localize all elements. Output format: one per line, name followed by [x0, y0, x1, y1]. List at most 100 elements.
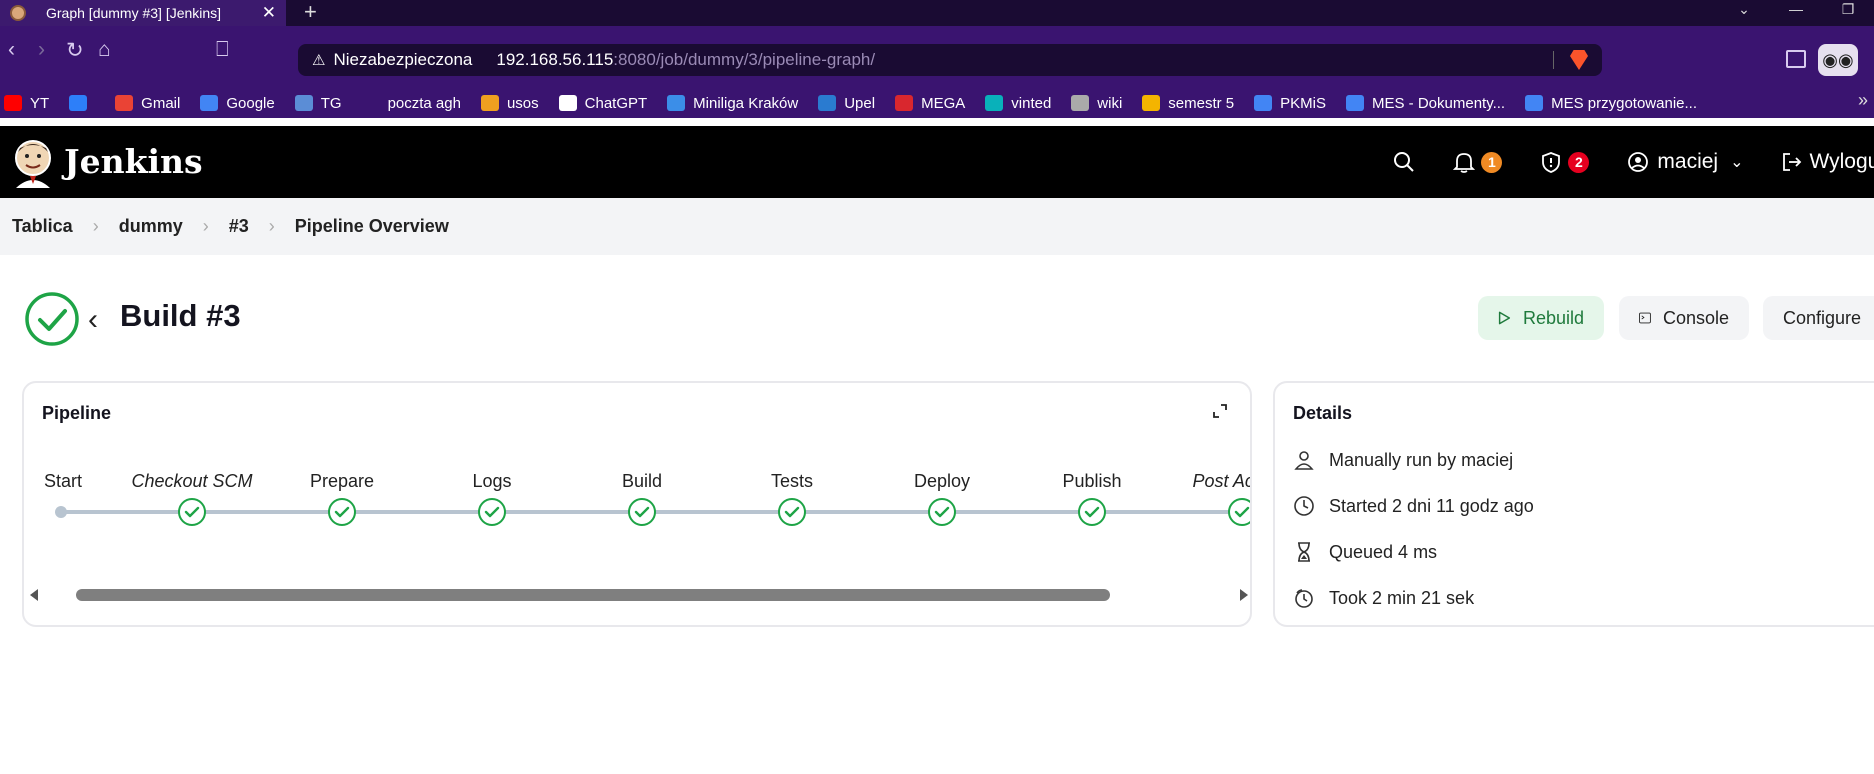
- search-icon[interactable]: [1393, 151, 1415, 173]
- bookmark-item[interactable]: usos: [480, 94, 539, 112]
- scroll-left-icon[interactable]: [30, 589, 38, 601]
- bookmark-item[interactable]: PKMiS: [1254, 95, 1326, 112]
- bookmark-label: usos: [506, 94, 539, 112]
- logout-button[interactable]: Wyloguj: [1781, 150, 1874, 174]
- browser-toolbar: ‹ › ↻ ⌂ ⎕ ⚠ Niezabezpieczona 192.168.56.…: [0, 26, 1874, 94]
- expand-icon[interactable]: [1212, 403, 1228, 419]
- detail-row-queued: Queued 4 ms: [1293, 541, 1437, 563]
- home-icon[interactable]: ⌂: [98, 38, 111, 62]
- jenkins-logo-icon[interactable]: [12, 138, 54, 188]
- close-tab-icon[interactable]: ✕: [262, 3, 276, 23]
- terminal-icon: [1639, 312, 1651, 324]
- chevron-right-icon: ›: [202, 216, 209, 236]
- reader-mode-icon[interactable]: ◉◉: [1818, 44, 1858, 76]
- check-icon: [784, 506, 800, 518]
- bookmark-item[interactable]: Miniliga Kraków: [667, 95, 798, 112]
- bookmark-label: TG: [320, 94, 342, 112]
- jenkins-header: Jenkins 1 2 maciej ⌄ Wyloguj: [0, 126, 1874, 198]
- bookmark-item[interactable]: MEGA: [895, 95, 965, 112]
- console-button[interactable]: Console: [1619, 296, 1749, 340]
- brave-shields-icon[interactable]: [1570, 50, 1588, 70]
- stage-label: Build: [622, 471, 663, 491]
- reload-icon[interactable]: ↻: [66, 38, 84, 63]
- user-menu[interactable]: maciej ⌄: [1627, 150, 1743, 174]
- minimize-icon[interactable]: —: [1770, 0, 1822, 26]
- bookmark-label: vinted: [1011, 94, 1052, 112]
- scroll-right-icon[interactable]: [1240, 589, 1248, 601]
- logout-icon: [1783, 153, 1802, 171]
- bookmark-favicon-icon: [1525, 95, 1544, 111]
- address-bar[interactable]: ⚠ Niezabezpieczona 192.168.56.115:8080/j…: [298, 44, 1602, 76]
- forward-icon[interactable]: ›: [38, 38, 45, 62]
- details-card: Details Manually run by maciej Started 2…: [1273, 381, 1874, 627]
- timer-icon: [1295, 589, 1313, 608]
- bookmark-item[interactable]: MES przygotowanie...: [1525, 95, 1697, 112]
- jenkins-title[interactable]: Jenkins: [64, 142, 203, 181]
- breadcrumb-item-dashboard[interactable]: Tablica: [12, 216, 73, 237]
- bookmark-item[interactable]: Upel: [818, 95, 875, 112]
- pipeline-card-title: Pipeline: [42, 403, 112, 423]
- url-divider: [1553, 51, 1554, 69]
- security-button[interactable]: 2: [1540, 151, 1590, 173]
- pipeline-graph: Start Checkout SCM Prepare Logs Build Tests D…: [24, 471, 1251, 551]
- detail-row-started: Started 2 dni 11 godz ago: [1293, 495, 1534, 517]
- back-chevron-icon[interactable]: ‹: [88, 303, 98, 337]
- start-node: [55, 506, 67, 518]
- rebuild-button[interactable]: Rebuild: [1478, 296, 1604, 340]
- stage-node-success[interactable]: [1228, 498, 1250, 526]
- bookmark-label: MES przygotowanie...: [1551, 94, 1697, 112]
- check-icon: [1234, 506, 1250, 518]
- bookmark-favicon-icon: [1071, 95, 1090, 111]
- user-circle-icon: [1628, 152, 1649, 172]
- more-bookmarks-icon[interactable]: »: [1858, 90, 1868, 111]
- bookmark-item[interactable]: Google: [200, 95, 275, 112]
- stage-node-success[interactable]: [1078, 498, 1106, 526]
- bookmark-favicon-icon: [294, 95, 313, 111]
- bookmark-item[interactable]: vinted: [985, 95, 1051, 112]
- stage-label: Post Actions: [1192, 471, 1251, 491]
- stage-node-success[interactable]: [628, 498, 656, 526]
- back-icon[interactable]: ‹: [8, 38, 15, 62]
- bookmark-item[interactable]: ChatGPT: [558, 95, 647, 112]
- detail-started: Started 2 dni 11 godz ago: [1329, 495, 1534, 516]
- bookmark-item[interactable]: semestr 5: [1142, 95, 1234, 112]
- chevron-right-icon: ›: [92, 216, 99, 236]
- stage-label: Prepare: [310, 471, 375, 491]
- browser-tab-active[interactable]: Graph [dummy #3] [Jenkins] ✕: [0, 0, 286, 26]
- new-tab-icon[interactable]: +: [304, 0, 317, 24]
- bookmark-item[interactable]: wiki: [1071, 95, 1122, 112]
- bookmark-label: MES - Dokumenty...: [1372, 94, 1506, 112]
- breadcrumb-item-job[interactable]: dummy: [119, 216, 183, 237]
- bookmark-item[interactable]: TG: [294, 94, 342, 112]
- scrollbar-thumb[interactable]: [76, 589, 1110, 601]
- console-label: Console: [1662, 307, 1729, 328]
- breadcrumb-item-build[interactable]: #3: [229, 216, 249, 237]
- bookmark-label: wiki: [1097, 94, 1123, 112]
- bookmark-icon[interactable]: ⎕: [216, 38, 229, 62]
- breadcrumb-item-current[interactable]: Pipeline Overview: [295, 216, 449, 237]
- clock-icon: [1294, 496, 1314, 516]
- bookmark-item[interactable]: [69, 95, 95, 111]
- sidebar-toggle-icon[interactable]: [1786, 50, 1806, 68]
- warning-icon[interactable]: ⚠: [312, 51, 325, 69]
- configure-button[interactable]: Configure: [1763, 296, 1874, 340]
- notifications-button[interactable]: 1: [1453, 151, 1503, 173]
- horizontal-scrollbar[interactable]: [28, 587, 1250, 603]
- stage-node-success[interactable]: [478, 498, 506, 526]
- stage-node-success[interactable]: [928, 498, 956, 526]
- breadcrumb: Tablica › dummy › #3 › Pipeline Overview: [0, 198, 1874, 255]
- bookmark-favicon-icon: [361, 95, 380, 111]
- restore-icon[interactable]: ❐: [1822, 0, 1874, 26]
- detail-row-took: Took 2 min 21 sek: [1293, 587, 1474, 609]
- page-title: Build #3: [120, 298, 241, 333]
- stage-node-success[interactable]: [178, 498, 206, 526]
- bookmark-label: PKMiS: [1280, 94, 1326, 112]
- tab-search-icon[interactable]: ⌄: [1718, 0, 1770, 26]
- stage-label: Publish: [1062, 471, 1122, 491]
- stage-node-success[interactable]: [778, 498, 806, 526]
- stage-node-success[interactable]: [328, 498, 356, 526]
- bookmark-item[interactable]: Gmail: [115, 95, 180, 112]
- bookmark-item[interactable]: poczta agh: [361, 95, 461, 112]
- bookmark-item[interactable]: YT: [4, 95, 49, 112]
- bookmark-item[interactable]: MES - Dokumenty...: [1346, 95, 1505, 112]
